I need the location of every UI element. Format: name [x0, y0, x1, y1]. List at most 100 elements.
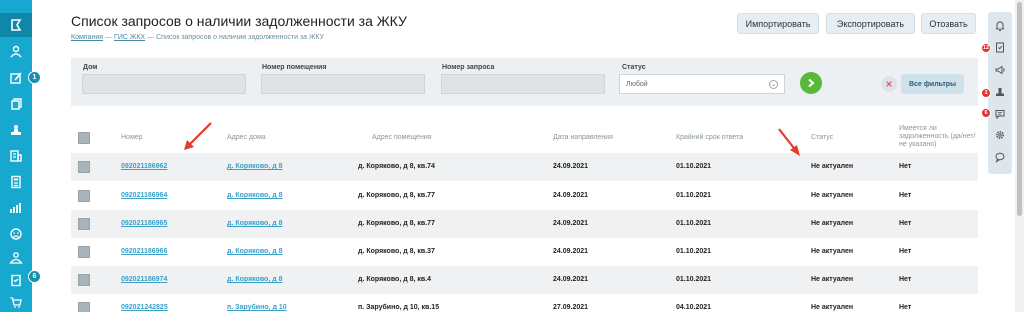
edit-badge: 1 — [28, 71, 41, 84]
status-text: Не актуален — [811, 304, 854, 311]
page-scrollbar-thumb[interactable] — [1017, 2, 1022, 216]
house-address-link[interactable]: д. Коряково, д 8 — [227, 248, 283, 255]
right-sidebar: 12 3 6 — [981, 12, 1012, 174]
flag-icon[interactable] — [0, 13, 32, 37]
export-button[interactable]: Экспортировать — [826, 13, 915, 34]
table-row[interactable]: 092021186962 д. Коряково, д 8 д. Коряков… — [71, 153, 978, 181]
breadcrumb-separator: — — [147, 34, 155, 41]
request-number-link[interactable]: 092021186966 — [121, 248, 167, 255]
table-row[interactable]: 092021186966 д. Коряково, д 8 д. Коряков… — [71, 238, 978, 266]
select-all-checkbox[interactable] — [78, 132, 90, 144]
row-checkbox[interactable] — [78, 302, 90, 312]
row-checkbox[interactable] — [78, 161, 90, 173]
close-icon — [886, 81, 892, 87]
gear-icon[interactable] — [988, 125, 1012, 145]
house-address-link[interactable]: д. Коряково, д 8 — [227, 192, 283, 199]
house-filter-label: Дом — [83, 64, 98, 71]
house-address-link[interactable]: д. Коряково, д 8 — [227, 220, 283, 227]
request-number-link[interactable]: 092021186962 — [121, 163, 167, 170]
column-debt[interactable]: Имеется ли задолженность (да/нет/не указ… — [899, 125, 979, 149]
column-house[interactable]: Адрес дома — [227, 134, 266, 141]
breadcrumb-separator: — — [105, 34, 113, 41]
left-sidebar: 1 6 — [0, 0, 41, 314]
request-number-link[interactable]: 092021186974 — [121, 276, 167, 283]
stamp-icon[interactable] — [988, 82, 1012, 102]
status-text: Не актуален — [811, 276, 854, 283]
filter-panel: Дом Номер помещения Номер запроса Статус… — [71, 58, 978, 106]
request-filter-label: Номер запроса — [442, 64, 495, 71]
users-group-icon[interactable] — [0, 246, 32, 270]
request-number-link[interactable]: 092021242825 — [121, 304, 168, 311]
debt-value: Нет — [899, 163, 912, 170]
breadcrumb-gis[interactable]: ГИС ЖКХ — [114, 34, 145, 41]
table-row[interactable]: 092021186974 д. Коряково, д 8 д. Коряков… — [71, 266, 978, 294]
table-row[interactable]: 092021186964 д. Коряково, д 8 д. Коряков… — [71, 182, 978, 210]
house-address-link[interactable]: д. Коряково, д 8 — [227, 163, 283, 170]
room-filter-label: Номер помещения — [262, 64, 327, 71]
breadcrumb-current: Список запросов о наличии задолженности … — [156, 34, 325, 41]
message-icon[interactable] — [988, 104, 1012, 124]
building-icon[interactable] — [0, 144, 32, 168]
house-filter-input[interactable] — [82, 74, 246, 94]
request-number-link[interactable]: 092021186964 — [121, 192, 167, 199]
deadline-date: 01.10.2021 — [676, 276, 712, 283]
sad-face-icon[interactable] — [0, 222, 32, 246]
row-checkbox[interactable] — [78, 218, 90, 230]
column-sent-date[interactable]: Дата направления — [553, 134, 613, 141]
house-address-link[interactable]: д. Коряково, д 8 — [227, 276, 283, 283]
deadline-date: 01.10.2021 — [676, 163, 712, 170]
deadline-date: 01.10.2021 — [676, 192, 712, 199]
arrow-right-icon — [808, 78, 815, 88]
status-filter-label: Статус — [622, 64, 646, 71]
clipboard-badge: 6 — [28, 270, 41, 283]
room-filter-input[interactable] — [261, 74, 425, 94]
stamp-icon[interactable] — [0, 118, 32, 142]
status-filter-select[interactable]: Любой ⌄ — [619, 74, 785, 94]
request-filter-input[interactable] — [441, 74, 605, 94]
column-number[interactable]: Номер — [121, 134, 143, 141]
all-filters-button[interactable]: Все фильтры — [901, 74, 964, 94]
import-button[interactable]: Импортировать — [737, 13, 819, 34]
annotation-arrow-icon — [184, 122, 212, 150]
stamp-badge: 3 — [981, 88, 991, 98]
calculator-icon[interactable] — [0, 170, 32, 194]
apply-filter-button[interactable] — [800, 72, 822, 94]
status-text: Не актуален — [811, 220, 854, 227]
sent-date: 24.09.2021 — [553, 192, 589, 199]
table-row[interactable]: 092021242825 п. Зарубино, д 10 п. Заруби… — [71, 294, 978, 312]
megaphone-icon[interactable] — [988, 60, 1012, 80]
request-number-link[interactable]: 092021186965 — [121, 220, 167, 227]
clear-filters-button[interactable] — [881, 76, 897, 92]
room-address: д. Коряково, д 8, кв.37 — [358, 248, 435, 255]
room-address: д. Коряково, д 8, кв.4 — [358, 276, 432, 283]
table-row[interactable]: 092021186965 д. Коряково, д 8 д. Коряков… — [71, 210, 978, 238]
breadcrumb-company[interactable]: Компания — [71, 34, 103, 41]
chart-icon[interactable] — [0, 196, 32, 220]
recall-button[interactable]: Отозвать — [921, 13, 976, 34]
chat-icon[interactable] — [988, 147, 1012, 167]
debt-value: Нет — [899, 304, 912, 311]
row-checkbox[interactable] — [78, 274, 90, 286]
documents-icon[interactable] — [0, 92, 32, 116]
cart-icon[interactable] — [0, 290, 32, 314]
clipboard-icon[interactable] — [0, 268, 32, 292]
column-deadline[interactable]: Крайний срок ответа — [676, 134, 743, 141]
annotation-arrow-icon — [778, 128, 800, 156]
debt-value: Нет — [899, 192, 912, 199]
room-address: д. Коряково, д 8, кв.77 — [358, 192, 435, 199]
page-title: Список запросов о наличии задолженности … — [71, 13, 407, 29]
room-address: д. Коряково, д 8, кв.74 — [358, 163, 435, 170]
row-checkbox[interactable] — [78, 246, 90, 258]
column-status[interactable]: Статус — [811, 134, 833, 141]
bell-icon[interactable] — [988, 16, 1012, 36]
house-address-link[interactable]: п. Зарубино, д 10 — [227, 304, 287, 311]
sent-date: 24.09.2021 — [553, 248, 589, 255]
row-checkbox[interactable] — [78, 190, 90, 202]
status-text: Не актуален — [811, 248, 854, 255]
users-icon[interactable] — [0, 40, 32, 64]
status-text: Не актуален — [811, 163, 854, 170]
debt-value: Нет — [899, 248, 912, 255]
clipboard-check-icon[interactable] — [988, 37, 1012, 57]
column-room[interactable]: Адрес помещения — [372, 134, 432, 141]
chevron-down-icon: ⌄ — [769, 80, 778, 89]
